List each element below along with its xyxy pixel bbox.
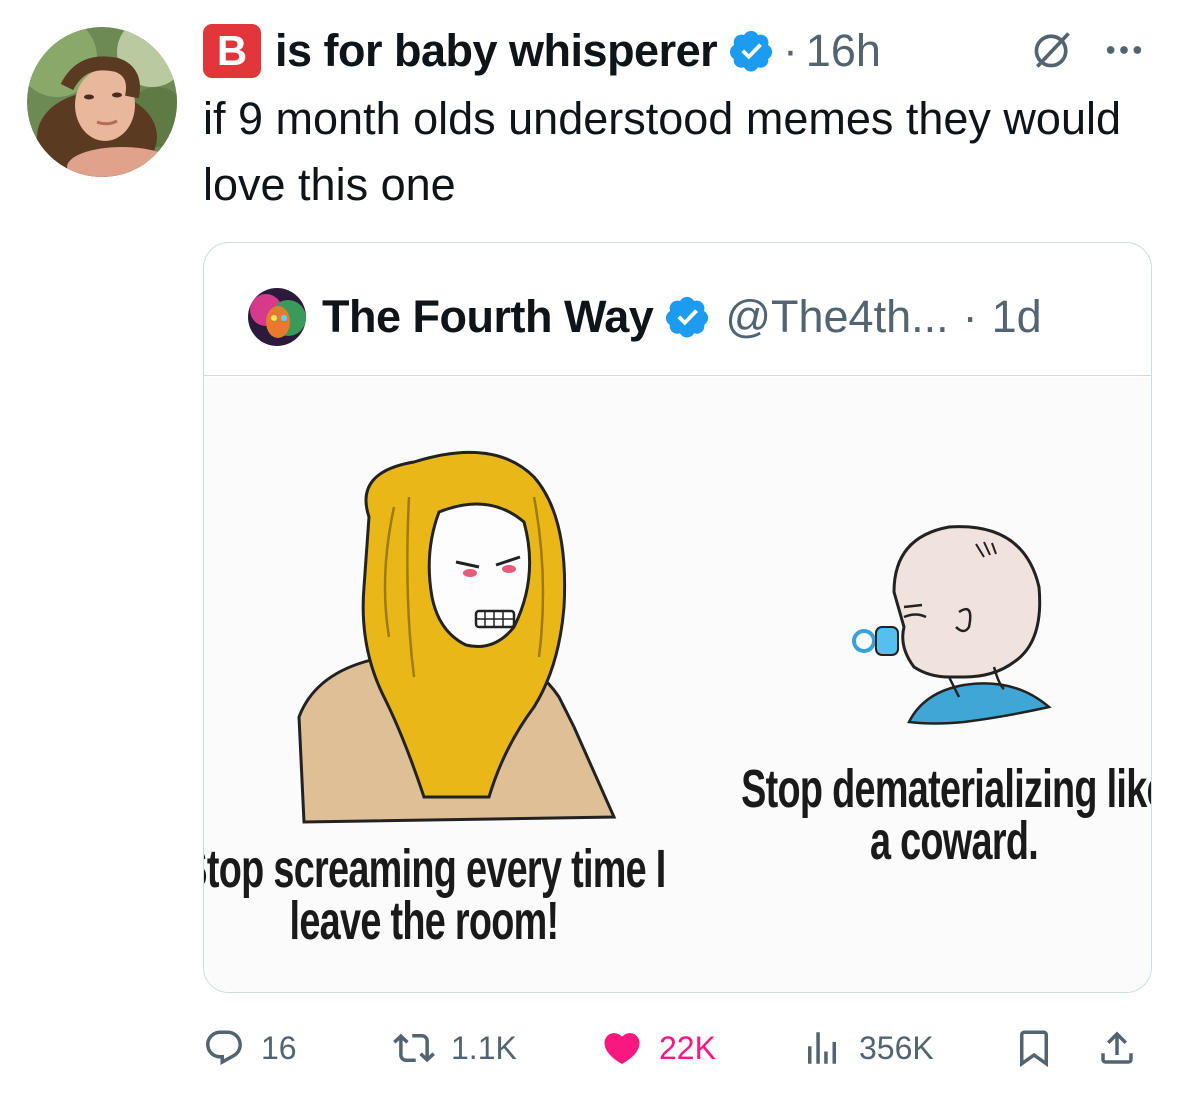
- bookmark-icon: [1020, 1030, 1048, 1068]
- tweet-header: B is for baby whisperer · 16h: [203, 22, 1159, 80]
- views-chart-icon: [808, 1032, 836, 1064]
- repost-button[interactable]: 1.1K: [393, 1016, 517, 1080]
- share-icon: [1101, 1031, 1133, 1064]
- avatar-photo: [27, 27, 177, 177]
- grok-icon[interactable]: [1030, 28, 1074, 72]
- like-button[interactable]: 22K: [601, 1016, 716, 1080]
- quote-handle[interactable]: @The4th...: [725, 291, 948, 343]
- views-count: 356K: [859, 1029, 934, 1066]
- meme-caption-left: Stop screaming every time I leave the ro…: [203, 839, 666, 951]
- repost-icon: [393, 1033, 435, 1063]
- quote-timestamp[interactable]: 1d: [992, 291, 1042, 343]
- meme-image[interactable]: Stop screaming every time I leave the ro…: [203, 377, 1152, 992]
- tweet-timestamp[interactable]: 16h: [806, 25, 881, 77]
- quote-divider: [204, 375, 1151, 376]
- quote-tweet-card[interactable]: The Fourth Way @The4th... · 1d Stop scre…: [203, 242, 1152, 993]
- quote-avatar-image: [248, 288, 306, 346]
- quote-display-name[interactable]: The Fourth Way: [322, 291, 654, 343]
- quote-verified-badge-icon[interactable]: [665, 294, 711, 340]
- share-button[interactable]: [1096, 1016, 1138, 1080]
- separator-dot: ·: [783, 26, 798, 75]
- quote-separator-dot: ·: [962, 291, 978, 342]
- reply-icon: [206, 1030, 242, 1065]
- author-display-name[interactable]: is for baby whisperer: [275, 25, 718, 77]
- more-options-icon[interactable]: [1099, 28, 1149, 72]
- repost-count: 1.1K: [451, 1029, 517, 1066]
- action-bar: 16 1.1K 22K 356K: [203, 1016, 1153, 1080]
- meme-caption-right: Stop dematerializing like a coward.: [741, 759, 1152, 871]
- verified-badge-icon[interactable]: [729, 28, 775, 74]
- heart-filled-icon: [604, 1033, 640, 1065]
- author-avatar[interactable]: [27, 27, 177, 177]
- quote-header: The Fourth Way @The4th... · 1d: [248, 288, 1042, 346]
- b-emoji-badge: B: [203, 24, 261, 78]
- like-count: 22K: [659, 1029, 716, 1066]
- reply-count: 16: [261, 1029, 297, 1066]
- reply-button[interactable]: 16: [203, 1016, 297, 1080]
- views-button[interactable]: 356K: [801, 1016, 934, 1080]
- quote-avatar[interactable]: [248, 288, 306, 346]
- bookmark-button[interactable]: [1013, 1016, 1055, 1080]
- tweet-text: if 9 month olds understood memes they wo…: [203, 93, 1121, 210]
